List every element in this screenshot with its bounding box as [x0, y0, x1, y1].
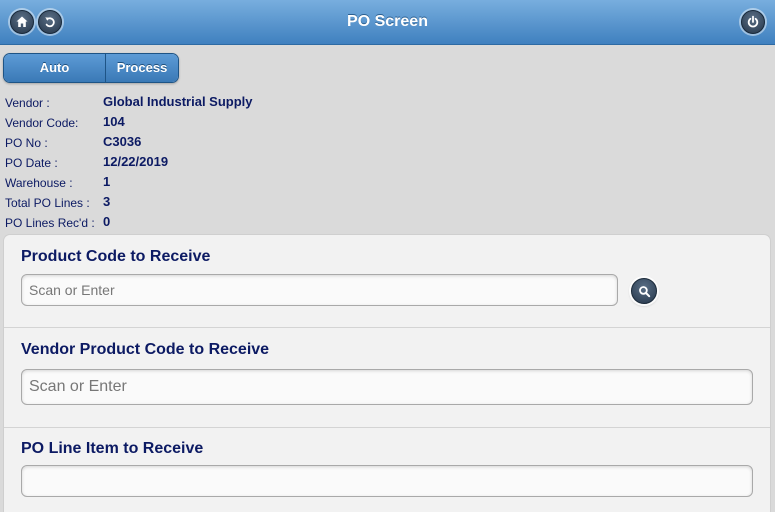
product-code-section: Product Code to Receive	[4, 235, 770, 327]
back-button[interactable]	[38, 10, 62, 34]
action-toolbar: Auto Receive Process	[3, 53, 179, 83]
logout-button[interactable]	[741, 10, 765, 34]
header-bar: PO Screen	[0, 0, 775, 45]
po-screen: PO Screen Auto Receive Process Vendor : …	[0, 0, 775, 512]
info-value: 12/22/2019	[103, 154, 169, 169]
info-label: PO No :	[5, 136, 48, 150]
info-label: PO Date :	[5, 156, 58, 170]
info-label: Total PO Lines :	[5, 196, 90, 210]
auto-receive-button[interactable]: Auto Receive	[4, 54, 106, 82]
info-label: Warehouse :	[5, 176, 73, 190]
info-value: 3	[103, 194, 111, 209]
receive-form-panel: Product Code to Receive Vendor Product C…	[3, 234, 771, 512]
info-value: 104	[103, 114, 125, 129]
info-label: PO Lines Rec'd :	[5, 216, 95, 230]
info-value: Global Industrial Supply	[103, 94, 253, 109]
search-icon	[638, 285, 650, 297]
power-icon	[747, 15, 759, 28]
info-label: Vendor :	[5, 96, 50, 110]
po-line-item-label: PO Line Item to Receive	[21, 440, 204, 457]
product-code-input[interactable]	[21, 274, 618, 306]
po-line-item-section: PO Line Item to Receive	[4, 427, 770, 512]
process-button[interactable]: Process	[106, 54, 178, 82]
back-icon	[45, 17, 55, 28]
product-code-label: Product Code to Receive	[21, 248, 211, 265]
info-label: Vendor Code:	[5, 116, 79, 130]
vendor-product-code-section: Vendor Product Code to Receive	[4, 327, 770, 427]
home-icon	[16, 16, 28, 27]
page-title: PO Screen	[347, 13, 428, 30]
vendor-product-code-label: Vendor Product Code to Receive	[21, 341, 270, 358]
info-value: C3036	[103, 134, 142, 149]
po-line-item-input[interactable]	[21, 465, 753, 497]
product-search-button[interactable]	[631, 278, 657, 304]
info-value: 1	[103, 174, 111, 189]
info-value: 0	[103, 214, 111, 229]
home-button[interactable]	[10, 10, 34, 34]
vendor-product-code-input[interactable]	[21, 369, 753, 405]
